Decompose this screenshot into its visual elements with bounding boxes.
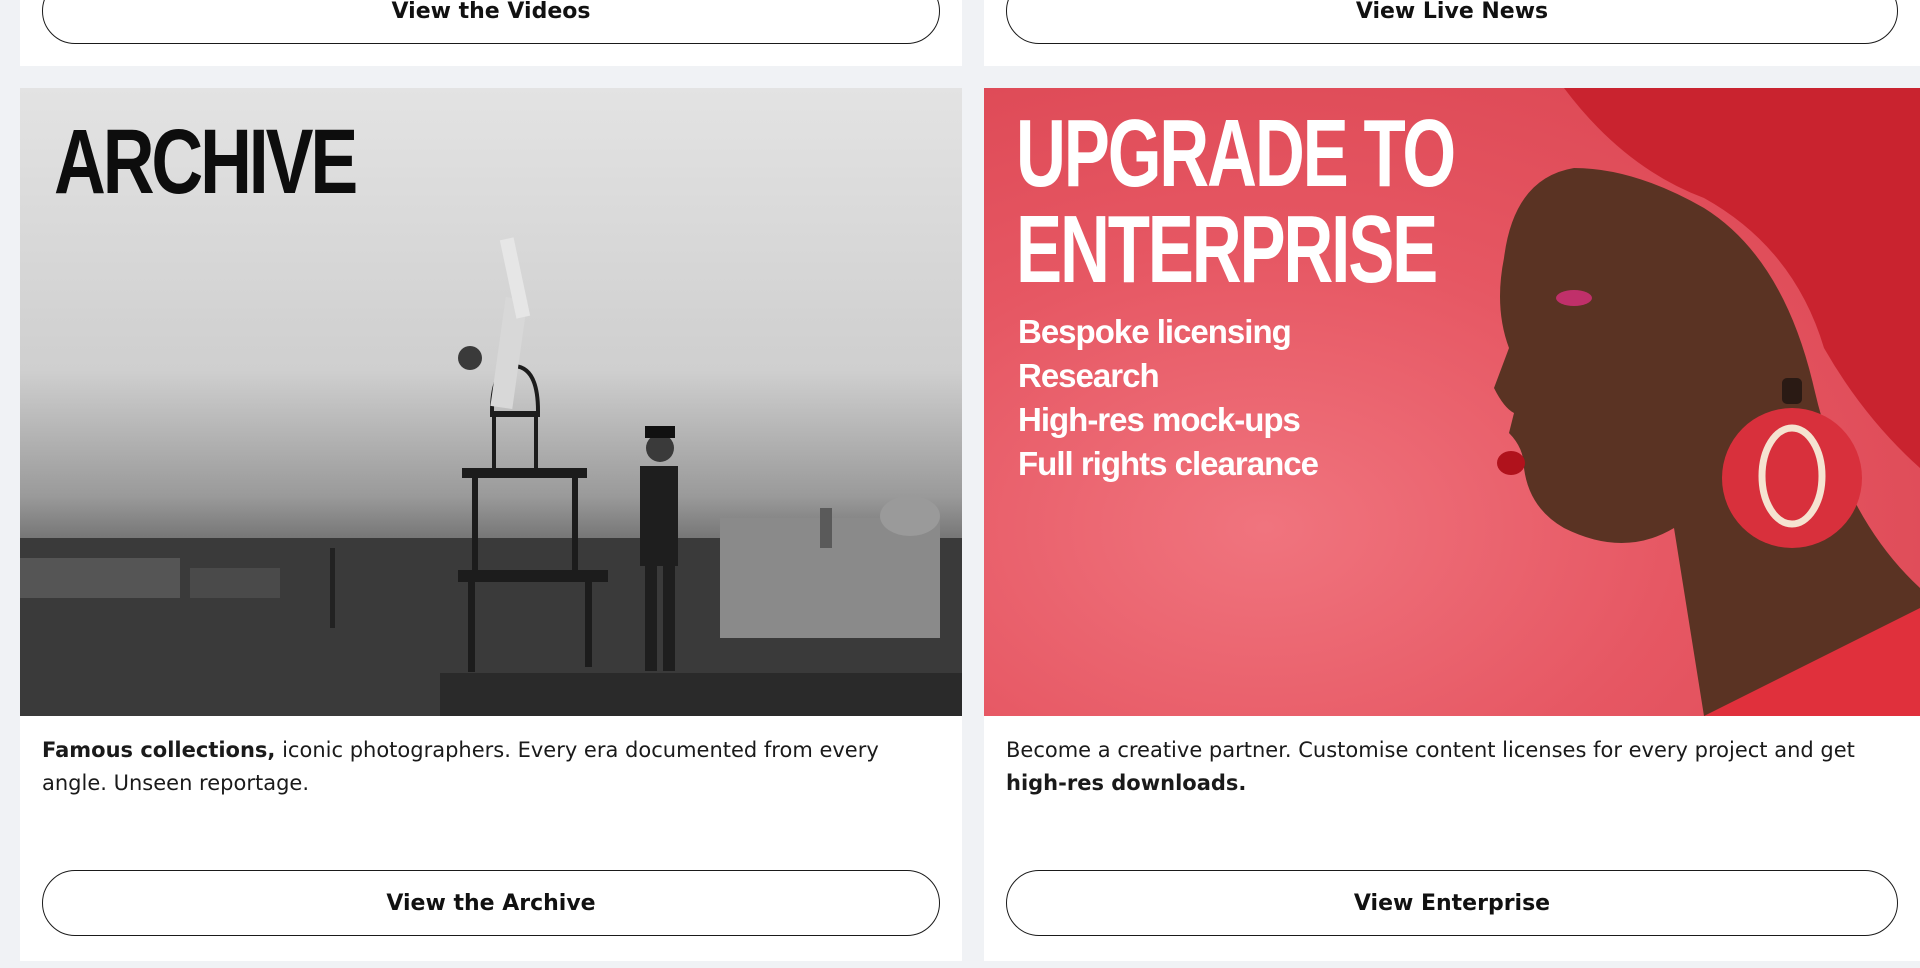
enterprise-title-line1: UPGRADE TO <box>1016 100 1456 207</box>
view-videos-button[interactable]: View the Videos <box>42 0 940 44</box>
enterprise-desc-bold: high-res downloads. <box>1006 771 1247 795</box>
view-enterprise-button[interactable]: View Enterprise <box>1006 870 1898 936</box>
archive-photo[interactable]: ARCHIVE <box>20 88 962 716</box>
archive-card: ARCHIVE Famous collections, iconic photo… <box>20 88 962 961</box>
view-live-news-button[interactable]: View Live News <box>1006 0 1898 44</box>
videos-card: View the Videos <box>20 0 962 66</box>
enterprise-title-line2: ENTERPRISE <box>1016 196 1438 303</box>
enterprise-feature-list: Bespoke licensing Research High-res mock… <box>1018 310 1319 486</box>
enterprise-card: UPGRADE TO ENTERPRISE Bespoke licensing … <box>984 88 1920 961</box>
live-news-card: View Live News <box>984 0 1920 66</box>
feature-full-rights-clearance: Full rights clearance <box>1018 445 1319 482</box>
enterprise-desc-text: Become a creative partner. Customise con… <box>1006 738 1855 762</box>
view-archive-button[interactable]: View the Archive <box>42 870 940 936</box>
feature-bespoke-licensing: Bespoke licensing <box>1018 313 1292 350</box>
feature-high-res-mockups: High-res mock-ups <box>1018 401 1301 438</box>
archive-desc-bold: Famous collections, <box>42 738 276 762</box>
page: View the Videos View Live News ARCHIVE F… <box>0 0 1920 968</box>
feature-research: Research <box>1018 357 1160 394</box>
enterprise-photo[interactable]: UPGRADE TO ENTERPRISE Bespoke licensing … <box>984 88 1920 716</box>
archive-title: ARCHIVE <box>54 111 358 213</box>
enterprise-description: Become a creative partner. Customise con… <box>1006 734 1898 800</box>
enterprise-title: UPGRADE TO ENTERPRISE <box>1016 100 1456 303</box>
archive-description: Famous collections, iconic photographers… <box>42 734 940 800</box>
